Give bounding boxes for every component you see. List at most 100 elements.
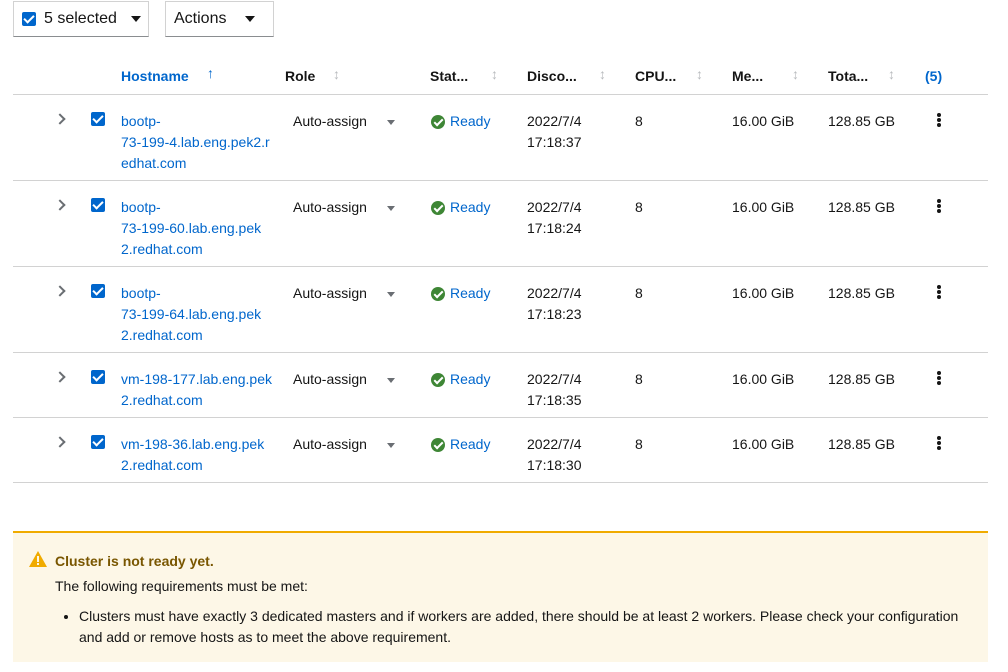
table-row[interactable]: bootp- 73-199-4.lab.eng.pek2.r edhat.com… bbox=[13, 95, 988, 181]
chevron-right-icon[interactable] bbox=[54, 436, 66, 448]
chevron-right-icon[interactable] bbox=[54, 199, 66, 211]
sort-arrows-icon[interactable]: ↕ bbox=[792, 66, 799, 82]
sort-arrows-icon[interactable]: ↕ bbox=[888, 66, 895, 82]
column-header-hostname[interactable]: Hostname ↑ bbox=[121, 58, 214, 94]
sort-arrows-icon[interactable]: ↕ bbox=[599, 66, 606, 82]
discovered-date: 2022/7/4 bbox=[527, 285, 582, 301]
discovered-date: 2022/7/4 bbox=[527, 199, 582, 215]
column-header-role[interactable]: Role ↕ bbox=[285, 58, 340, 94]
total-storage: 128.85 GB bbox=[828, 436, 895, 452]
row-checkbox[interactable] bbox=[91, 284, 105, 298]
sort-arrows-icon[interactable]: ↕ bbox=[491, 66, 498, 82]
status-label: Ready bbox=[450, 199, 491, 215]
kebab-icon[interactable] bbox=[937, 113, 941, 127]
hostname-link[interactable]: bootp- 73-199-60.lab.eng.pek 2.redhat.co… bbox=[121, 197, 273, 260]
table-row[interactable]: vm-198-177.lab.eng.pek 2.redhat.com Auto… bbox=[13, 353, 988, 418]
hostname-link[interactable]: vm-198-36.lab.eng.pek 2.redhat.com bbox=[121, 434, 273, 476]
column-header-label: CPU... bbox=[635, 68, 677, 84]
hostname-link[interactable]: vm-198-177.lab.eng.pek 2.redhat.com bbox=[121, 369, 273, 411]
warning-alert: Cluster is not ready yet. The following … bbox=[13, 531, 988, 662]
memory: 16.00 GiB bbox=[732, 113, 795, 129]
table-row[interactable]: vm-198-36.lab.eng.pek 2.redhat.com Auto-… bbox=[13, 418, 988, 483]
status-ready[interactable]: Ready bbox=[431, 369, 490, 390]
status-ready[interactable]: Ready bbox=[431, 283, 490, 304]
sort-arrows-icon[interactable]: ↕ bbox=[696, 66, 703, 82]
chevron-right-icon[interactable] bbox=[54, 285, 66, 297]
kebab-icon[interactable] bbox=[937, 199, 941, 213]
status-ready[interactable]: Ready bbox=[431, 197, 490, 218]
hostname-line: bootp- bbox=[121, 199, 161, 215]
table-row[interactable]: bootp- 73-199-60.lab.eng.pek 2.redhat.co… bbox=[13, 181, 988, 267]
role-select[interactable]: Auto-assign bbox=[293, 111, 367, 132]
check-circle-icon bbox=[431, 114, 445, 129]
table-row[interactable]: bootp- 73-199-64.lab.eng.pek 2.redhat.co… bbox=[13, 267, 988, 353]
role-select[interactable]: Auto-assign bbox=[293, 197, 367, 218]
alert-requirements-list: Clusters must have exactly 3 dedicated m… bbox=[79, 606, 969, 648]
column-header-label: Role bbox=[285, 68, 316, 84]
chevron-right-icon[interactable] bbox=[54, 371, 66, 383]
hostname-line: 2.redhat.com bbox=[121, 327, 203, 343]
role-select[interactable]: Auto-assign bbox=[293, 434, 367, 455]
column-header-cpu[interactable]: CPU... ↕ bbox=[635, 58, 703, 94]
discovered-at: 2022/7/4 17:18:30 bbox=[527, 434, 607, 476]
discovered-time: 17:18:23 bbox=[527, 306, 582, 322]
status-label: Ready bbox=[450, 371, 491, 387]
column-header-total[interactable]: Tota... ↕ bbox=[828, 58, 895, 94]
caret-down-icon[interactable] bbox=[387, 378, 395, 383]
toolbar: 5 selected Actions bbox=[13, 1, 274, 37]
hostname-line: vm-198-36.lab.eng.pek bbox=[121, 436, 265, 452]
discovered-time: 17:18:35 bbox=[527, 392, 582, 408]
bulk-select-checkbox[interactable] bbox=[22, 12, 36, 26]
row-checkbox[interactable] bbox=[91, 435, 105, 449]
check-circle-icon bbox=[431, 286, 445, 301]
alert-title: Cluster is not ready yet. bbox=[55, 553, 214, 569]
row-checkbox[interactable] bbox=[91, 112, 105, 126]
hostname-line: vm-198-177.lab.eng.pek bbox=[121, 371, 272, 387]
kebab-icon[interactable] bbox=[937, 436, 941, 450]
column-header-memory[interactable]: Me... ↕ bbox=[732, 58, 799, 94]
total-storage: 128.85 GB bbox=[828, 199, 895, 215]
kebab-icon[interactable] bbox=[937, 371, 941, 385]
status-ready[interactable]: Ready bbox=[431, 434, 490, 455]
memory: 16.00 GiB bbox=[732, 285, 795, 301]
role-select[interactable]: Auto-assign bbox=[293, 283, 367, 304]
column-header-status[interactable]: Stat... ↕ bbox=[430, 58, 498, 94]
cpu-cores: 8 bbox=[635, 199, 643, 215]
alert-description: The following requirements must be met: bbox=[55, 578, 308, 594]
column-header-label: Hostname bbox=[121, 68, 189, 84]
actions-dropdown[interactable]: Actions bbox=[165, 1, 274, 37]
status-ready[interactable]: Ready bbox=[431, 111, 490, 132]
discovered-at: 2022/7/4 17:18:35 bbox=[527, 369, 607, 411]
hostname-link[interactable]: bootp- 73-199-64.lab.eng.pek 2.redhat.co… bbox=[121, 283, 273, 346]
column-header-discovered[interactable]: Disco... ↕ bbox=[527, 58, 606, 94]
hostname-line: 2.redhat.com bbox=[121, 457, 203, 473]
column-count-badge[interactable]: (5) bbox=[925, 58, 942, 94]
row-checkbox[interactable] bbox=[91, 370, 105, 384]
column-header-label: Tota... bbox=[828, 68, 869, 84]
caret-down-icon[interactable] bbox=[387, 120, 395, 125]
list-item: Clusters must have exactly 3 dedicated m… bbox=[79, 606, 969, 648]
memory: 16.00 GiB bbox=[732, 199, 795, 215]
check-circle-icon bbox=[431, 200, 445, 215]
column-header-label: Me... bbox=[732, 68, 764, 84]
row-checkbox[interactable] bbox=[91, 198, 105, 212]
bulk-select-dropdown[interactable]: 5 selected bbox=[13, 1, 149, 37]
status-label: Ready bbox=[450, 113, 491, 129]
column-count-label: (5) bbox=[925, 68, 943, 84]
column-header-label: Disco... bbox=[527, 68, 577, 84]
status-label: Ready bbox=[450, 436, 491, 452]
discovered-time: 17:18:24 bbox=[527, 220, 582, 236]
hostname-line: bootp- bbox=[121, 285, 161, 301]
caret-down-icon[interactable] bbox=[387, 292, 395, 297]
kebab-icon[interactable] bbox=[937, 285, 941, 299]
caret-down-icon[interactable] bbox=[130, 16, 141, 22]
sort-ascending-icon[interactable]: ↑ bbox=[207, 65, 214, 81]
discovered-date: 2022/7/4 bbox=[527, 113, 582, 129]
role-select[interactable]: Auto-assign bbox=[293, 369, 367, 390]
hostname-link[interactable]: bootp- 73-199-4.lab.eng.pek2.r edhat.com bbox=[121, 111, 273, 174]
hostname-line: bootp- bbox=[121, 113, 161, 129]
sort-arrows-icon[interactable]: ↕ bbox=[333, 66, 340, 82]
caret-down-icon[interactable] bbox=[387, 206, 395, 211]
chevron-right-icon[interactable] bbox=[54, 113, 66, 125]
caret-down-icon[interactable] bbox=[387, 443, 395, 448]
